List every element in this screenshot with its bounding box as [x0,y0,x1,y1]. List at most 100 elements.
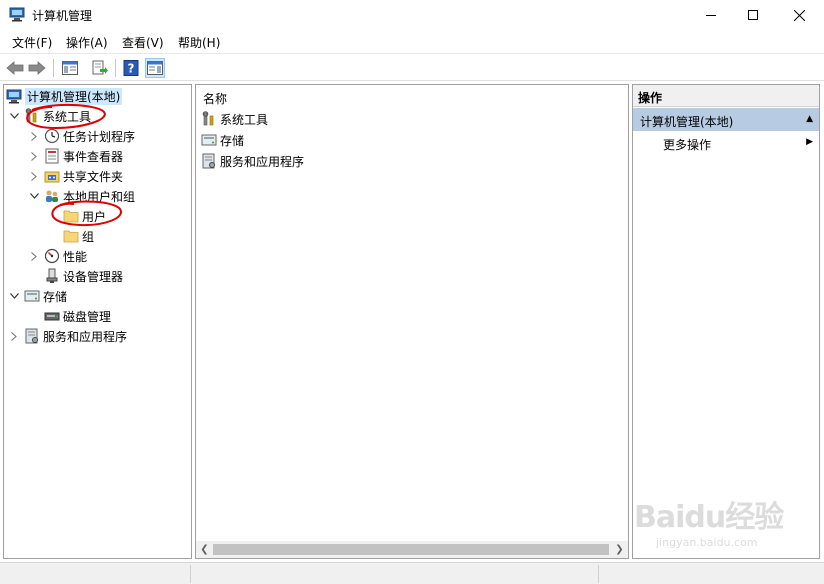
menu-bar: 文件(F) 操作(A) 查看(V) 帮助(H) [0,30,824,52]
users-group-icon [44,188,60,204]
maximize-icon [748,10,758,20]
services-apps-icon [24,328,40,344]
close-button[interactable] [776,0,822,30]
tree-item-performance[interactable]: 性能 [28,246,87,266]
more-actions-item[interactable]: 更多操作 [663,136,711,153]
services-apps-icon [201,153,217,169]
clock-icon [44,128,60,144]
show-hide-action-pane-button[interactable] [145,58,165,78]
toolbar-separator [53,59,54,77]
actions-pane: 操作 计算机管理(本地) ▲ 更多操作 ▶ [632,84,820,559]
actions-header: 操作 [633,85,819,107]
tree-item-services-apps[interactable]: 服务和应用程序 [8,326,127,346]
tree-item-device-manager[interactable]: 设备管理器 [44,266,123,286]
watermark-url: jingyan.baidu.com [656,536,758,549]
help-button[interactable]: ? [121,58,141,78]
event-viewer-icon [44,148,60,164]
export-list-button[interactable] [90,58,110,78]
storage-icon [201,132,217,148]
menu-help[interactable]: 帮助(H) [178,34,220,51]
device-manager-icon [44,268,60,284]
tree-label: 共享文件夹 [63,169,124,184]
forward-arrow-icon [28,61,46,75]
chevron-down-icon[interactable] [8,110,20,122]
status-separator [598,565,599,583]
collapse-up-icon[interactable]: ▲ [806,114,813,124]
shared-folder-icon [44,168,60,184]
tree-label: 磁盘管理 [63,309,112,324]
menu-file[interactable]: 文件(F) [12,34,52,51]
tree-label: 存储 [43,289,68,304]
list-item[interactable]: 系统工具 [201,109,268,129]
tree-label: 性能 [63,249,88,264]
minimize-button[interactable] [688,0,734,30]
tree-item-shared-folders[interactable]: 共享文件夹 [28,166,123,186]
status-separator [190,565,191,583]
close-icon [793,9,805,21]
forward-button[interactable] [27,58,47,78]
chevron-right-icon[interactable] [8,330,20,342]
back-button[interactable] [5,58,25,78]
list-item-label: 系统工具 [220,112,269,127]
system-tools-icon [24,108,40,124]
action-pane-icon [147,61,163,75]
performance-icon [44,248,60,264]
scroll-right-icon[interactable]: ❯ [611,541,628,558]
chevron-right-icon[interactable] [28,170,40,182]
tree-item-task-scheduler[interactable]: 任务计划程序 [28,126,135,146]
status-bar [0,562,824,584]
disk-management-icon [44,308,60,324]
chevron-right-icon[interactable] [28,250,40,262]
tree-label: 本地用户和组 [63,189,136,204]
column-header-name[interactable]: 名称 [203,90,227,107]
window-title: 计算机管理 [32,9,93,23]
toolbar-separator [115,59,116,77]
list-item[interactable]: 存储 [201,130,244,150]
tree-item-disk-management[interactable]: 磁盘管理 [44,306,111,326]
horizontal-scrollbar[interactable]: ❮ ❯ [196,541,628,558]
tree-item-local-users-groups[interactable]: 本地用户和组 [28,186,135,206]
actions-group-computer-management[interactable]: 计算机管理(本地) ▲ [633,108,819,131]
actions-group-label: 计算机管理(本地) [640,115,734,129]
system-tools-icon [201,111,217,127]
chevron-right-icon[interactable] [28,130,40,142]
tree-label: 设备管理器 [63,269,124,284]
chevron-down-icon[interactable] [8,290,20,302]
tree-label: 任务计划程序 [63,129,136,144]
menu-view[interactable]: 查看(V) [122,34,164,51]
minimize-icon [706,15,716,16]
folder-icon [63,228,79,244]
maximize-button[interactable] [730,0,776,30]
menu-action[interactable]: 操作(A) [66,34,108,51]
watermark-brand: Baidu经验 [634,500,784,535]
show-hide-console-tree-button[interactable] [60,58,80,78]
tree-label: 计算机管理(本地) [25,87,123,105]
chevron-down-icon[interactable] [28,190,40,202]
toolbar: ? [0,53,824,81]
scroll-left-icon[interactable]: ❮ [196,541,213,558]
list-item-label: 服务和应用程序 [220,154,305,169]
svg-text:?: ? [128,62,135,76]
computer-management-icon [6,88,22,104]
tree-item-system-tools[interactable]: 系统工具 [8,106,91,126]
tree-label: 系统工具 [43,109,92,124]
tree-item-event-viewer[interactable]: 事件查看器 [28,146,123,166]
list-item[interactable]: 服务和应用程序 [201,151,304,171]
tree-item-groups[interactable]: 组 [63,226,94,246]
submenu-arrow-icon: ▶ [806,137,813,147]
folder-icon [63,208,79,224]
export-icon [92,60,108,75]
tree-label: 用户 [82,209,107,224]
tree-label: 服务和应用程序 [43,329,128,344]
tree-label: 事件查看器 [63,149,124,164]
scrollbar-thumb[interactable] [213,544,609,555]
title-bar: 计算机管理 [0,0,824,30]
back-arrow-icon [6,61,24,75]
baidu-watermark: Baidu经验 jingyan.baidu.com [634,492,794,562]
results-pane: 名称 系统工具 存储 服务和应用程序 ❮ ❯ [195,84,629,559]
tree-item-root[interactable]: 计算机管理(本地) [6,86,123,106]
chevron-right-icon[interactable] [28,150,40,162]
computer-management-icon [9,7,25,22]
tree-item-users[interactable]: 用户 [63,206,106,226]
tree-item-storage[interactable]: 存储 [8,286,67,306]
